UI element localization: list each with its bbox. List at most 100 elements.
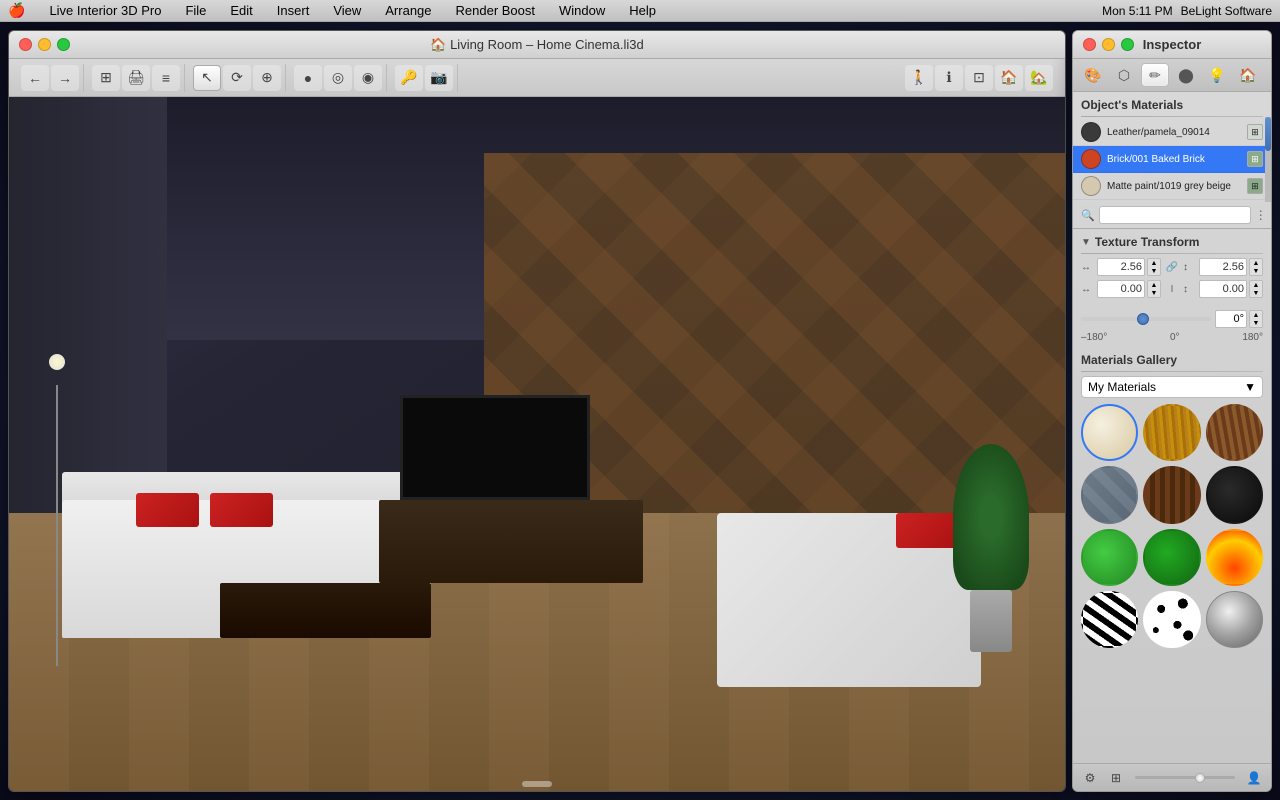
offset-y-down[interactable]: ▼ (1250, 289, 1262, 297)
gallery-item-wood2[interactable] (1206, 404, 1263, 461)
offset-y-stepper[interactable]: ▲ ▼ (1249, 280, 1263, 298)
settings-icon-btn[interactable]: ⚙ (1079, 768, 1101, 788)
material-swatch-brick (1081, 149, 1101, 169)
canvas-area[interactable] (9, 97, 1065, 791)
render-btn1[interactable]: ● (294, 65, 322, 91)
material-edit-btn-matte[interactable]: ⊞ (1247, 178, 1263, 194)
inspector-maximize-button[interactable] (1121, 38, 1134, 51)
offset-x-stepper[interactable]: ▲ ▼ (1147, 280, 1161, 298)
material-edit-btn-leather[interactable]: ⊞ (1247, 124, 1263, 140)
material-edit-btn-brick[interactable]: ⊞ (1247, 151, 1263, 167)
select-tool[interactable]: ↖ (193, 65, 221, 91)
gallery-item-wood1[interactable] (1143, 404, 1200, 461)
gallery-dropdown-value: My Materials (1088, 380, 1156, 394)
camera-button[interactable]: 📷 (425, 65, 453, 91)
main-maximize-button[interactable] (57, 38, 70, 51)
main-minimize-button[interactable] (38, 38, 51, 51)
apple-menu[interactable]: 🍎 (8, 2, 25, 19)
home-btn1[interactable]: 🏠 (995, 65, 1023, 91)
tab-room[interactable]: 🏠 (1234, 63, 1262, 87)
search-bar: 🔍 ⋮⋮ (1073, 202, 1271, 229)
render-btn2[interactable]: ◎ (324, 65, 352, 91)
height-input[interactable] (1199, 258, 1247, 276)
material-item-leather[interactable]: Leather/pamela_09014 ⊞ (1073, 119, 1271, 146)
gallery-item-dark[interactable] (1206, 466, 1263, 523)
floorplan-button[interactable]: ⊞ (92, 65, 120, 91)
menu-view[interactable]: View (329, 3, 365, 18)
width-down[interactable]: ▼ (1148, 267, 1160, 275)
angle-up[interactable]: ▲ (1250, 311, 1262, 319)
key-button[interactable]: 🔑 (395, 65, 423, 91)
tab-texture[interactable]: ⬤ (1172, 63, 1200, 87)
material-item-brick[interactable]: Brick/001 Baked Brick ⊞ (1073, 146, 1271, 173)
height-down[interactable]: ▼ (1250, 267, 1262, 275)
gallery-item-spots[interactable] (1143, 591, 1200, 648)
walk-button[interactable]: 🚶 (905, 65, 933, 91)
menu-edit[interactable]: Edit (226, 3, 256, 18)
texture-transform-label: Texture Transform (1095, 235, 1199, 249)
menu-app-name[interactable]: Live Interior 3D Pro (45, 3, 165, 18)
offset-x-input[interactable] (1097, 280, 1145, 298)
main-toolbar: ← → ⊞ 🖨 ≡ ↖ ⟳ ⊕ ● ◎ ◉ 🔑 📷 (9, 59, 1065, 97)
gallery-item-stone[interactable] (1081, 466, 1138, 523)
width-stepper[interactable]: ▲ ▼ (1147, 258, 1161, 276)
menu-arrange[interactable]: Arrange (381, 3, 435, 18)
info-button[interactable]: ℹ (935, 65, 963, 91)
gallery-item-green2[interactable] (1143, 529, 1200, 586)
gallery-item-green1[interactable] (1081, 529, 1138, 586)
menu-help[interactable]: Help (625, 3, 660, 18)
plant-pot (970, 590, 1012, 652)
search-input[interactable] (1099, 206, 1251, 224)
menu-window[interactable]: Window (555, 3, 609, 18)
render-btn3[interactable]: ◉ (354, 65, 382, 91)
inspector-close-button[interactable] (1083, 38, 1096, 51)
gallery-item-metal[interactable] (1206, 591, 1263, 648)
tv-unit (379, 500, 643, 583)
home-btn2[interactable]: 🏡 (1025, 65, 1053, 91)
print-button[interactable]: 🖨 (122, 65, 150, 91)
angle-labels: –180° 0° 180° (1073, 332, 1271, 347)
gallery-item-cream[interactable] (1081, 404, 1138, 461)
list-button[interactable]: ≡ (152, 65, 180, 91)
gallery-item-zebra[interactable] (1081, 591, 1138, 648)
layout-btn1[interactable]: ⊡ (965, 65, 993, 91)
tab-light[interactable]: 💡 (1203, 63, 1231, 87)
offset-y-input[interactable] (1199, 280, 1247, 298)
nav-back-button[interactable]: ← (21, 65, 49, 91)
offset-y-up[interactable]: ▲ (1250, 281, 1262, 289)
special-group: 🔑 📷 (391, 64, 458, 92)
menu-rendeboost[interactable]: Render Boost (452, 3, 540, 18)
tab-object[interactable]: ⬡ (1110, 63, 1138, 87)
offset-x-up[interactable]: ▲ (1148, 281, 1160, 289)
material-item-matte[interactable]: Matte paint/1019 grey beige ⊞ (1073, 173, 1271, 200)
tab-paint[interactable]: ✏ (1141, 63, 1169, 87)
gallery-item-fire[interactable] (1206, 529, 1263, 586)
materials-scrollbar[interactable] (1265, 117, 1271, 202)
height-stepper[interactable]: ▲ ▼ (1249, 258, 1263, 276)
angle-input[interactable] (1215, 310, 1247, 328)
company-name: BeLight Software (1181, 4, 1272, 18)
gallery-item-brown-wood[interactable] (1143, 466, 1200, 523)
grid-icon-btn[interactable]: ⊞ (1105, 768, 1127, 788)
nav-forward-button[interactable]: → (51, 65, 79, 91)
width-up[interactable]: ▲ (1148, 259, 1160, 267)
zoom-slider[interactable] (1135, 776, 1235, 779)
menu-dots[interactable]: ⋮⋮ (1255, 208, 1271, 222)
offset-v-icon: ↕ (1183, 284, 1195, 295)
person-icon-btn[interactable]: 👤 (1243, 768, 1265, 788)
tab-materials[interactable]: 🎨 (1079, 63, 1107, 87)
width-input[interactable] (1097, 258, 1145, 276)
gallery-dropdown[interactable]: My Materials ▼ (1081, 376, 1263, 398)
angle-stepper[interactable]: ▲ ▼ (1249, 310, 1263, 328)
material-swatch-leather (1081, 122, 1101, 142)
add-tool[interactable]: ⊕ (253, 65, 281, 91)
offset-x-down[interactable]: ▼ (1148, 289, 1160, 297)
inspector-minimize-button[interactable] (1102, 38, 1115, 51)
menu-insert[interactable]: Insert (273, 3, 314, 18)
angle-slider[interactable] (1081, 317, 1211, 321)
rotate-tool[interactable]: ⟳ (223, 65, 251, 91)
height-up[interactable]: ▲ (1250, 259, 1262, 267)
angle-down[interactable]: ▼ (1250, 319, 1262, 327)
main-close-button[interactable] (19, 38, 32, 51)
menu-file[interactable]: File (181, 3, 210, 18)
